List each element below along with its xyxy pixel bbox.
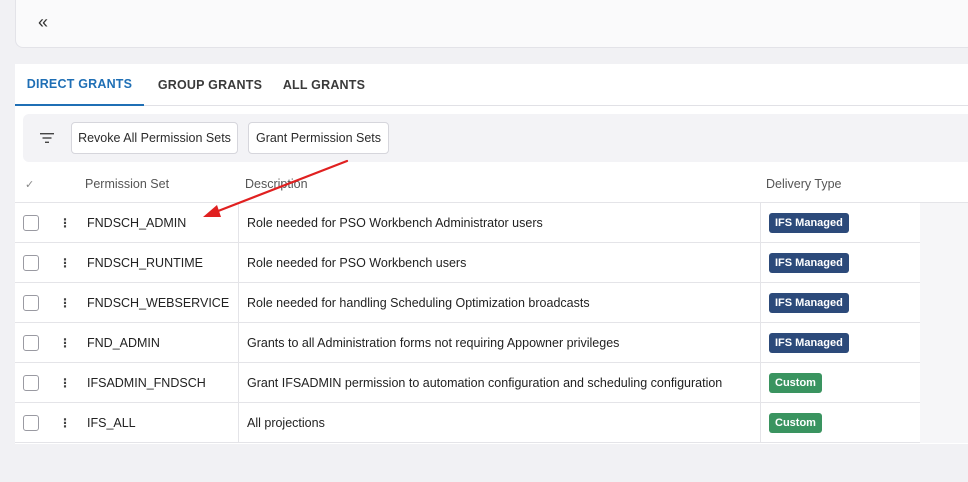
row-menu-icon[interactable]: ⋮ [59,415,71,431]
row-checkbox[interactable] [23,375,39,391]
row-menu-icon[interactable]: ⋮ [59,375,71,391]
table-row[interactable]: ⋮ FNDSCH_RUNTIME Role needed for PSO Wor… [15,243,920,283]
column-divider [760,243,761,283]
permission-set-cell: IFS_ALL [87,416,136,430]
row-checkbox[interactable] [23,255,39,271]
toolbar: Revoke All Permission Sets Grant Permiss… [23,114,968,162]
permission-set-cell: FNDSCH_RUNTIME [87,256,203,270]
description-cell: Grant IFSADMIN permission to automation … [247,376,723,390]
table-header: ✓ Permission Set Description Delivery Ty… [15,165,968,203]
tab-bar: DIRECT GRANTS GROUP GRANTS ALL GRANTS [15,64,968,106]
delivery-type-badge: IFS Managed [769,213,849,233]
column-divider [238,403,239,443]
description-cell: All projections [247,416,325,430]
tab-all-grants[interactable]: ALL GRANTS [278,64,370,106]
table-row[interactable]: ⋮ IFSADMIN_FNDSCH Grant IFSADMIN permiss… [15,363,920,403]
permission-set-cell: FND_ADMIN [87,336,160,350]
column-divider [760,203,761,243]
column-divider [238,243,239,283]
row-checkbox[interactable] [23,335,39,351]
header-delivery-type[interactable]: Delivery Type [766,165,842,203]
table-right-filler [920,203,968,443]
column-divider [238,323,239,363]
permission-set-cell: IFSADMIN_FNDSCH [87,376,206,390]
row-checkbox[interactable] [23,295,39,311]
column-divider [238,363,239,403]
table-row[interactable]: ⋮ IFS_ALL All projections Custom [15,403,920,443]
delivery-type-badge: IFS Managed [769,333,849,353]
row-menu-icon[interactable]: ⋮ [59,335,71,351]
grants-panel: DIRECT GRANTS GROUP GRANTS ALL GRANTS Re… [15,64,968,444]
description-cell: Grants to all Administration forms not r… [247,336,620,350]
row-checkbox[interactable] [23,215,39,231]
permission-set-cell: FNDSCH_WEBSERVICE [87,296,230,310]
table-row[interactable]: ⋮ FND_ADMIN Grants to all Administration… [15,323,920,363]
delivery-type-badge: IFS Managed [769,253,849,273]
tab-group-grants[interactable]: GROUP GRANTS [148,64,272,106]
description-cell: Role needed for handling Scheduling Opti… [247,296,590,310]
delivery-type-badge: Custom [769,373,822,393]
column-divider [760,323,761,363]
row-menu-icon[interactable]: ⋮ [59,295,71,311]
column-divider [760,283,761,323]
delivery-type-badge: IFS Managed [769,293,849,313]
permission-set-cell: FNDSCH_ADMIN [87,216,187,230]
column-divider [760,403,761,443]
row-menu-icon[interactable]: ⋮ [59,255,71,271]
double-chevron-left-icon[interactable]: « [34,13,52,31]
row-menu-icon[interactable]: ⋮ [59,215,71,231]
description-cell: Role needed for PSO Workbench users [247,256,467,270]
table-row[interactable]: ⋮ FNDSCH_WEBSERVICE Role needed for hand… [15,283,920,323]
column-divider [760,363,761,403]
header-permission-set[interactable]: Permission Set [85,165,169,203]
select-all-checkmark[interactable]: ✓ [25,165,34,203]
column-divider [238,283,239,323]
annotation-arrow-icon [203,159,349,217]
row-checkbox[interactable] [23,415,39,431]
table-row[interactable]: ⋮ FNDSCH_ADMIN Role needed for PSO Workb… [15,203,920,243]
filter-icon[interactable] [39,130,55,146]
delivery-type-badge: Custom [769,413,822,433]
tab-direct-grants[interactable]: DIRECT GRANTS [15,64,144,106]
top-bar [15,0,968,48]
